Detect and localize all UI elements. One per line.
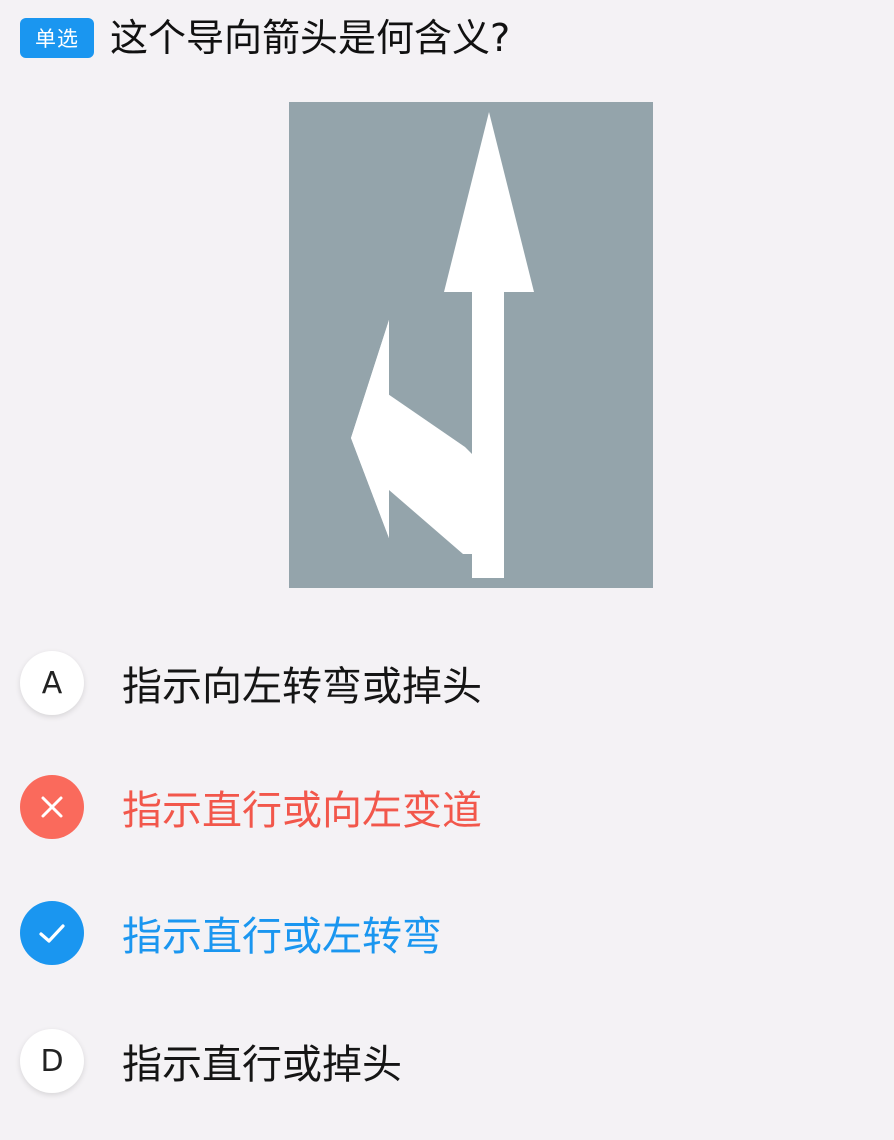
arrow-shaft: [472, 290, 504, 578]
option-c-text: 指示直行或左转弯: [122, 914, 442, 960]
wrong-answer-marker: [20, 775, 84, 839]
road-marking-image: [289, 102, 653, 588]
option-d-text: 指示直行或掉头: [122, 1042, 402, 1088]
option-b-text: 指示直行或向左变道: [122, 788, 482, 834]
option-c[interactable]: 指示直行或左转弯: [20, 900, 874, 966]
correct-answer-marker: [20, 901, 84, 965]
question-page: 单选 这个导向箭头是何含义? A 指示向左转弯或掉头 指示直行或向左变道 指示直…: [0, 0, 894, 1140]
option-a-marker: A: [20, 651, 84, 715]
question-type-badge: 单选: [20, 18, 94, 58]
x-icon: [41, 796, 63, 818]
question-header: 单选 这个导向箭头是何含义?: [20, 10, 510, 66]
question-title: 这个导向箭头是何含义?: [110, 16, 511, 60]
option-b[interactable]: 指示直行或向左变道: [20, 774, 874, 840]
option-a-text: 指示向左转弯或掉头: [122, 664, 482, 710]
option-d[interactable]: D 指示直行或掉头: [20, 1028, 874, 1094]
option-d-marker: D: [20, 1029, 84, 1093]
check-icon: [39, 924, 65, 943]
option-a[interactable]: A 指示向左转弯或掉头: [20, 650, 874, 716]
straight-or-left-turn-arrow-icon: [289, 102, 653, 588]
